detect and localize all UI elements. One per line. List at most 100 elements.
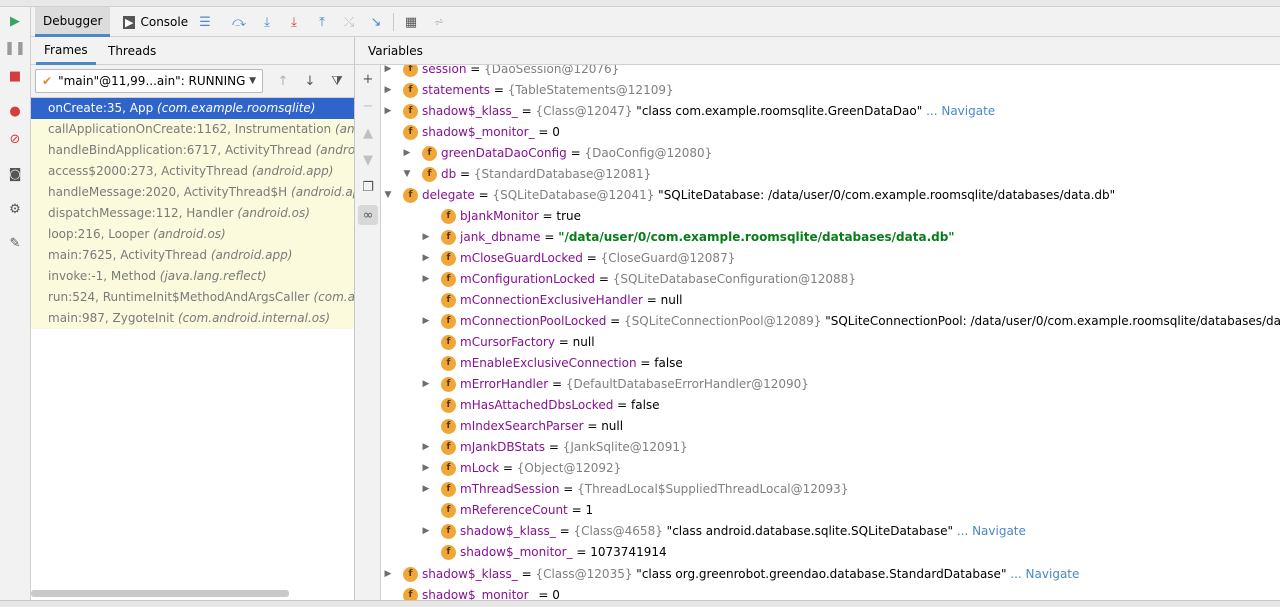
- variable-row[interactable]: ▶ f mConnectionPoolLocked = {SQLiteConnect…: [382, 311, 1280, 332]
- expand-arrow-icon[interactable]: ▶: [420, 269, 432, 290]
- variable-row[interactable]: f shadow$_monitor_ = 1073741914: [382, 542, 1280, 563]
- expand-arrow-icon[interactable]: ▶: [420, 227, 432, 248]
- previous-frame-arrow-icon[interactable]: ↑: [273, 71, 293, 91]
- variable-row[interactable]: ▶ f mErrorHandler = {DefaultDatabaseErrorH…: [382, 374, 1280, 395]
- variable-row[interactable]: f shadow$_monitor_ = 0: [382, 122, 1280, 143]
- expand-arrow-icon[interactable]: ▶: [382, 564, 394, 585]
- variable-row[interactable]: ▶ f mConfigurationLocked = {SQLiteDatabase…: [382, 269, 1280, 290]
- variable-name: mCloseGuardLocked: [460, 251, 583, 265]
- expand-arrow-icon[interactable]: ▶: [420, 458, 432, 479]
- variable-row[interactable]: f mCursorFactory = null: [382, 332, 1280, 353]
- next-frame-arrow-icon[interactable]: ↓: [300, 71, 320, 91]
- step-over-icon[interactable]: ⤼: [229, 12, 249, 32]
- variable-row[interactable]: ▼ f db = {StandardDatabase@12081}: [382, 164, 1280, 185]
- variable-text: mLock = {Object@12092}: [460, 461, 622, 475]
- tab-frames[interactable]: Frames: [36, 37, 96, 65]
- variable-row[interactable]: ▶ f jank_dbname = "/data/user/0/com.exampl…: [382, 227, 1280, 248]
- variable-row[interactable]: ▶ f shadow$_klass_ = {Class@4658} "class a…: [382, 521, 1280, 542]
- variable-row[interactable]: f mEnableExclusiveConnection = false: [382, 353, 1280, 374]
- settings-gear-icon[interactable]: ⚙: [5, 199, 25, 219]
- navigate-link[interactable]: ... Navigate: [1010, 567, 1079, 581]
- navigate-link[interactable]: ... Navigate: [957, 524, 1026, 538]
- variable-row[interactable]: ▶ f mCloseGuardLocked = {CloseGuard@12087}: [382, 248, 1280, 269]
- variable-name: jank_dbname: [460, 230, 541, 244]
- mute-breakpoints-icon[interactable]: ⊘: [5, 129, 25, 149]
- variable-row[interactable]: f shadow$_monitor_ = 0: [382, 585, 1280, 600]
- frame-row[interactable]: main:987, ZygoteInit (com.android.intern…: [31, 308, 354, 329]
- step-out-icon[interactable]: ⤒: [312, 12, 332, 32]
- frame-row[interactable]: dispatchMessage:112, Handler (android.os…: [31, 203, 354, 224]
- variable-row[interactable]: ▼ f delegate = {SQLiteDatabase@12041} "SQL…: [382, 185, 1280, 206]
- frame-row[interactable]: callApplicationOnCreate:1162, Instrument…: [31, 119, 354, 140]
- expand-arrow-icon[interactable]: ▶: [382, 65, 394, 80]
- tab-console[interactable]: ▶ Console: [115, 7, 196, 37]
- frame-row[interactable]: run:524, RuntimeInit$MethodAndArgsCaller…: [31, 287, 354, 308]
- remove-watch-minus-icon[interactable]: −: [358, 96, 378, 116]
- tab-threads[interactable]: Threads: [100, 37, 164, 65]
- variable-row[interactable]: ▶ f shadow$_klass_ = {Class@12047} "class …: [382, 101, 1280, 122]
- collapse-arrow-icon[interactable]: ▼: [382, 185, 394, 206]
- move-watch-down-icon[interactable]: ▼: [358, 150, 378, 170]
- stop-icon[interactable]: ■: [5, 66, 25, 86]
- expand-arrow-icon[interactable]: ▶: [420, 374, 432, 395]
- expand-arrow-icon[interactable]: ▶: [420, 479, 432, 500]
- variable-value: 0: [552, 588, 560, 600]
- variable-row[interactable]: f mConnectionExclusiveHandler = null: [382, 290, 1280, 311]
- variable-text: mThreadSession = {ThreadLocal$SuppliedTh…: [460, 482, 849, 496]
- variable-row[interactable]: ▶ f session = {DaoSession@12076}: [382, 65, 1280, 80]
- frame-row[interactable]: handleBindApplication:6717, ActivityThre…: [31, 140, 354, 161]
- show-watches-glasses-icon[interactable]: ∞: [358, 205, 378, 225]
- variable-row[interactable]: f mIndexSearchParser = null: [382, 416, 1280, 437]
- frame-row[interactable]: main:7625, ActivityThread (android.app): [31, 245, 354, 266]
- frame-row[interactable]: access$2000:273, ActivityThread (android…: [31, 161, 354, 182]
- run-to-cursor-icon[interactable]: ↘: [366, 12, 386, 32]
- variable-row[interactable]: f mHasAttachedDbsLocked = false: [382, 395, 1280, 416]
- variable-row[interactable]: ▶ f mJankDBStats = {JankSqlite@12091}: [382, 437, 1280, 458]
- variable-row[interactable]: ▶ f mLock = {Object@12092}: [382, 458, 1280, 479]
- variable-row[interactable]: ▶ f mThreadSession = {ThreadLocal$Supplied…: [382, 479, 1280, 500]
- frame-row[interactable]: onCreate:35, App (com.example.roomsqlite…: [31, 98, 354, 119]
- variable-text: shadow$_klass_ = {Class@4658} "class and…: [460, 524, 1026, 538]
- frame-method: access$2000:273, ActivityThread: [48, 164, 249, 178]
- collapse-arrow-icon[interactable]: ▼: [401, 164, 413, 185]
- frame-row[interactable]: loop:216, Looper (android.os): [31, 224, 354, 245]
- pin-tab-icon[interactable]: ✎: [5, 233, 25, 253]
- expand-arrow-icon[interactable]: ▶: [382, 101, 394, 122]
- variable-name: greenDataDaoConfig: [441, 146, 567, 160]
- expand-arrow-icon[interactable]: ▶: [420, 437, 432, 458]
- evaluate-expression-icon[interactable]: ▦: [401, 12, 421, 32]
- drop-frame-icon[interactable]: ⤯: [339, 12, 359, 32]
- variable-row[interactable]: ▶ f statements = {TableStatements@12109}: [382, 80, 1280, 101]
- variable-row[interactable]: f mReferenceCount = 1: [382, 500, 1280, 521]
- new-watch-plus-icon[interactable]: +: [358, 69, 378, 89]
- navigate-link[interactable]: ... Navigate: [926, 104, 995, 118]
- view-breakpoints-icon[interactable]: ●: [5, 101, 25, 121]
- frame-row[interactable]: handleMessage:2020, ActivityThread$H (an…: [31, 182, 354, 203]
- variable-row[interactable]: ▶ f shadow$_klass_ = {Class@12035} "class …: [382, 564, 1280, 585]
- move-watch-up-icon[interactable]: ▲: [358, 123, 378, 143]
- filter-icon[interactable]: ⧩: [327, 71, 347, 91]
- trace-current-stream-icon[interactable]: ⩫: [429, 12, 449, 32]
- thread-selector-dropdown[interactable]: ✔ "main"@11,99...ain": RUNNING ▼: [35, 69, 263, 93]
- frame-row[interactable]: invoke:-1, Method (java.lang.reflect): [31, 266, 354, 287]
- expand-arrow-icon[interactable]: ▶: [401, 143, 413, 164]
- expand-arrow-icon[interactable]: ▶: [382, 80, 394, 101]
- expand-arrow-icon[interactable]: ▶: [420, 311, 432, 332]
- expand-arrow-icon[interactable]: ▶: [420, 521, 432, 542]
- variable-reference: {DefaultDatabaseErrorHandler@12090}: [565, 377, 809, 391]
- pause-program-icon[interactable]: ❚❚: [4, 38, 26, 58]
- show-execution-point-icon[interactable]: ☰: [195, 12, 215, 32]
- expand-arrow-icon[interactable]: ▶: [420, 248, 432, 269]
- resume-program-icon[interactable]: ▶: [5, 11, 25, 31]
- force-step-into-icon[interactable]: ⤓: [284, 12, 304, 32]
- variable-value: null: [601, 419, 624, 433]
- variable-text: shadow$_monitor_ = 0: [422, 588, 560, 600]
- tab-debugger[interactable]: Debugger: [35, 7, 111, 37]
- variable-name: mJankDBStats: [460, 440, 546, 454]
- screenshot-icon[interactable]: ◙: [5, 164, 25, 184]
- variable-row[interactable]: ▶ f greenDataDaoConfig = {DaoConfig@12080}: [382, 143, 1280, 164]
- variable-row[interactable]: f bJankMonitor = true: [382, 206, 1280, 227]
- duplicate-watch-icon[interactable]: ❐: [358, 177, 378, 197]
- frames-horizontal-scrollbar[interactable]: [31, 590, 289, 597]
- step-into-icon[interactable]: ⤓: [257, 12, 277, 32]
